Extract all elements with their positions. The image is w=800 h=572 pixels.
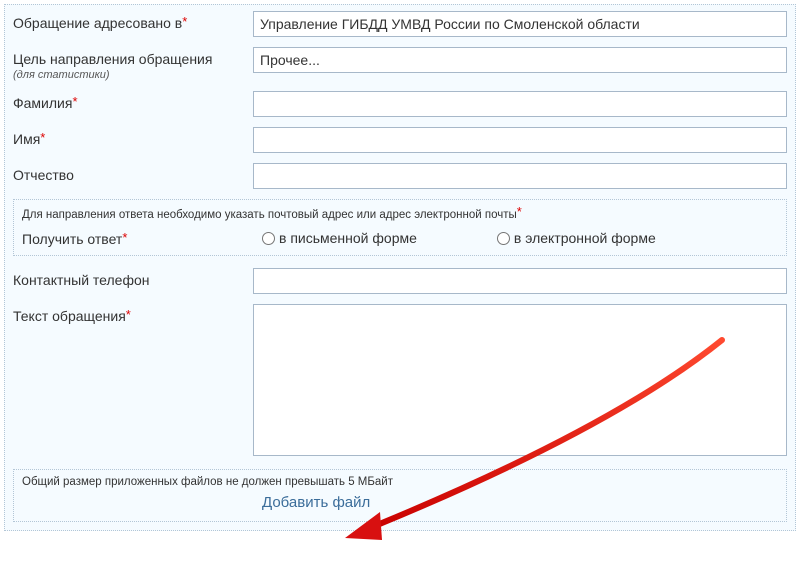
label-firstname: Имя* [13, 127, 253, 147]
response-block: Для направления ответа необходимо указат… [13, 199, 787, 256]
response-block-title: Для направления ответа необходимо указат… [22, 206, 778, 221]
row-patronymic: Отчество [13, 163, 787, 189]
required-star: * [126, 307, 131, 322]
response-options: в письменной форме в электронной форме [262, 230, 656, 246]
label-text: Обращение адресовано в [13, 15, 182, 31]
input-phone[interactable] [253, 268, 787, 294]
label-purpose: Цель направления обращения (для статисти… [13, 47, 253, 81]
row-lastname: Фамилия* [13, 91, 787, 117]
textarea-body[interactable] [253, 304, 787, 456]
row-text: Текст обращения* [13, 304, 787, 459]
file-block-title: Общий размер приложенных файлов не долже… [22, 476, 778, 488]
application-form: Обращение адресовано в* Цель направления… [4, 4, 796, 531]
label-addressed-to: Обращение адресовано в* [13, 11, 253, 31]
label-text: Текст обращения [13, 308, 126, 324]
label-lastname: Фамилия* [13, 91, 253, 111]
label-phone: Контактный телефон [13, 268, 253, 288]
input-addressed-to[interactable] [253, 11, 787, 37]
label-text: Контактный телефон [13, 272, 149, 288]
row-purpose: Цель направления обращения (для статисти… [13, 47, 787, 81]
option-email-label: в электронной форме [514, 230, 656, 246]
label-text: Получить ответ [22, 231, 122, 247]
label-text-body: Текст обращения* [13, 304, 253, 324]
required-star: * [40, 130, 45, 145]
row-addressed-to: Обращение адресовано в* [13, 11, 787, 37]
input-lastname[interactable] [253, 91, 787, 117]
label-response: Получить ответ* [22, 229, 262, 247]
label-text: Цель направления обращения [13, 51, 212, 67]
response-row: Получить ответ* в письменной форме в эле… [22, 229, 778, 247]
required-star: * [517, 204, 522, 219]
required-star: * [122, 230, 127, 245]
add-file-link[interactable]: Добавить файл [262, 494, 778, 511]
row-phone: Контактный телефон [13, 268, 787, 294]
option-email[interactable]: в электронной форме [497, 230, 656, 246]
input-patronymic[interactable] [253, 163, 787, 189]
label-text: Имя [13, 131, 40, 147]
required-star: * [182, 14, 187, 29]
file-block: Общий размер приложенных файлов не долже… [13, 469, 787, 522]
radio-email[interactable] [497, 232, 510, 245]
input-firstname[interactable] [253, 127, 787, 153]
radio-written[interactable] [262, 232, 275, 245]
row-firstname: Имя* [13, 127, 787, 153]
label-text: Фамилия [13, 95, 72, 111]
label-patronymic: Отчество [13, 163, 253, 183]
option-written[interactable]: в письменной форме [262, 230, 417, 246]
input-purpose[interactable] [253, 47, 787, 73]
response-title-text: Для направления ответа необходимо указат… [22, 209, 517, 221]
label-sub: (для статистики) [13, 69, 253, 81]
label-text: Отчество [13, 167, 74, 183]
required-star: * [72, 94, 77, 109]
option-written-label: в письменной форме [279, 230, 417, 246]
